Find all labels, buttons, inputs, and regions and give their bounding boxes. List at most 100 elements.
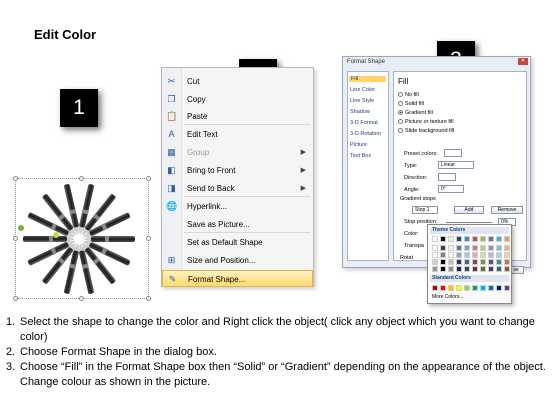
color-swatch[interactable] bbox=[456, 236, 462, 242]
color-swatch[interactable] bbox=[496, 285, 502, 291]
color-swatch[interactable] bbox=[488, 236, 494, 242]
menu-item-send-to-back[interactable]: ◨ Send to Back ▶ bbox=[162, 180, 313, 197]
menu-item-cut[interactable]: ✂ Cut bbox=[162, 73, 313, 90]
menu-item-paste[interactable]: 📋 Paste bbox=[162, 108, 313, 125]
page-title: Edit Color bbox=[34, 27, 97, 42]
fill-option-picture-or-texture-fill[interactable]: Picture or texture fill bbox=[398, 119, 454, 125]
color-swatch[interactable] bbox=[464, 259, 470, 265]
color-swatch[interactable] bbox=[472, 285, 478, 291]
color-swatch[interactable] bbox=[504, 266, 510, 272]
color-swatch[interactable] bbox=[440, 259, 446, 265]
menu-item-hyperlink[interactable]: 🌐 Hyperlink... bbox=[162, 198, 313, 215]
color-swatch[interactable] bbox=[440, 266, 446, 272]
color-swatch[interactable] bbox=[456, 266, 462, 272]
category-shadow[interactable]: Shadow bbox=[350, 109, 370, 115]
color-swatch[interactable] bbox=[448, 236, 454, 242]
color-swatch[interactable] bbox=[496, 236, 502, 242]
category-fill[interactable]: Fill bbox=[349, 76, 386, 82]
color-swatch[interactable] bbox=[488, 266, 494, 272]
color-swatch[interactable] bbox=[432, 285, 438, 291]
color-swatch[interactable] bbox=[488, 259, 494, 265]
color-swatch[interactable] bbox=[456, 285, 462, 291]
menu-item-bring-to-front[interactable]: ◧ Bring to Front ▶ bbox=[162, 162, 313, 179]
color-swatch[interactable] bbox=[432, 252, 438, 258]
category-3-d-rotation[interactable]: 3-D Rotation bbox=[350, 131, 381, 137]
color-swatch[interactable] bbox=[456, 259, 462, 265]
menu-item-group[interactable]: ▦ Group ▶ bbox=[162, 144, 313, 161]
preset-colors-dropdown[interactable] bbox=[444, 149, 462, 157]
more-colors-link[interactable]: More Colors... bbox=[432, 294, 463, 300]
color-swatch[interactable] bbox=[448, 285, 454, 291]
color-swatch[interactable] bbox=[464, 236, 470, 242]
color-swatch[interactable] bbox=[432, 266, 438, 272]
color-swatch[interactable] bbox=[496, 266, 502, 272]
color-swatch[interactable] bbox=[480, 236, 486, 242]
fill-option-no-fill[interactable]: No fill bbox=[398, 92, 419, 98]
color-swatch[interactable] bbox=[432, 236, 438, 242]
color-swatch[interactable] bbox=[472, 259, 478, 265]
color-swatch[interactable] bbox=[456, 252, 462, 258]
category-3-d-format[interactable]: 3-D Format bbox=[350, 120, 378, 126]
color-swatch[interactable] bbox=[456, 245, 462, 251]
color-swatch[interactable] bbox=[496, 259, 502, 265]
angle-input[interactable]: 0° bbox=[438, 185, 464, 193]
menu-item-set-as-default-shape[interactable]: Set as Default Shape bbox=[162, 234, 313, 251]
color-swatch[interactable] bbox=[448, 259, 454, 265]
menu-item-format-shape[interactable]: ✎ Format Shape... bbox=[162, 270, 313, 287]
category-line-style[interactable]: Line Style bbox=[350, 98, 374, 104]
add-stop-button[interactable]: Add bbox=[454, 206, 484, 214]
color-swatch[interactable] bbox=[504, 285, 510, 291]
category-line-color[interactable]: Line Color bbox=[350, 87, 375, 93]
color-swatch[interactable] bbox=[432, 259, 438, 265]
category-text-box[interactable]: Text Box bbox=[350, 153, 371, 159]
color-swatch[interactable] bbox=[440, 236, 446, 242]
menu-item-size-and-position[interactable]: ⊞ Size and Position... bbox=[162, 252, 313, 269]
color-swatch[interactable] bbox=[504, 236, 510, 242]
direction-dropdown[interactable] bbox=[438, 173, 456, 181]
color-swatch[interactable] bbox=[432, 245, 438, 251]
fill-option-solid-fill[interactable]: Solid fill bbox=[398, 101, 424, 107]
color-swatch[interactable] bbox=[464, 245, 470, 251]
fill-option-gradient-fill[interactable]: Gradient fill bbox=[398, 110, 433, 116]
color-swatch[interactable] bbox=[464, 252, 470, 258]
menu-item-save-as-picture[interactable]: Save as Picture... bbox=[162, 216, 313, 233]
color-swatch[interactable] bbox=[504, 259, 510, 265]
type-dropdown[interactable]: Linear bbox=[438, 161, 474, 169]
color-swatch[interactable] bbox=[504, 245, 510, 251]
menu-item-copy[interactable]: ❐ Copy bbox=[162, 91, 313, 108]
selected-shape[interactable] bbox=[13, 176, 151, 301]
fill-option-slide-background-fill[interactable]: Slide background fill bbox=[398, 128, 454, 134]
menu-item-edit-text[interactable]: A Edit Text bbox=[162, 126, 313, 143]
rotate-with-shape-checkbox[interactable]: Rotat bbox=[400, 255, 413, 261]
color-swatch[interactable] bbox=[496, 252, 502, 258]
color-swatch[interactable] bbox=[464, 266, 470, 272]
color-swatch[interactable] bbox=[480, 245, 486, 251]
color-swatch[interactable] bbox=[488, 245, 494, 251]
color-swatch[interactable] bbox=[480, 252, 486, 258]
color-swatch[interactable] bbox=[448, 245, 454, 251]
color-swatch[interactable] bbox=[440, 252, 446, 258]
color-swatch[interactable] bbox=[480, 285, 486, 291]
color-swatch[interactable] bbox=[472, 252, 478, 258]
color-swatch[interactable] bbox=[472, 266, 478, 272]
color-swatch[interactable] bbox=[496, 245, 502, 251]
stop-dropdown[interactable]: Stop 1 bbox=[412, 206, 438, 214]
color-swatch[interactable] bbox=[472, 236, 478, 242]
color-swatch[interactable] bbox=[448, 252, 454, 258]
remove-stop-button[interactable]: Remove bbox=[491, 206, 523, 214]
color-swatch[interactable] bbox=[480, 259, 486, 265]
color-swatch[interactable] bbox=[440, 245, 446, 251]
color-swatch[interactable] bbox=[440, 285, 446, 291]
color-swatch[interactable] bbox=[448, 266, 454, 272]
send-to-back-icon: ◨ bbox=[167, 183, 176, 193]
color-swatch[interactable] bbox=[504, 252, 510, 258]
radio-icon bbox=[398, 101, 403, 107]
color-swatch[interactable] bbox=[488, 252, 494, 258]
color-swatch[interactable] bbox=[488, 285, 494, 291]
color-swatch[interactable] bbox=[480, 266, 486, 272]
color-swatch[interactable] bbox=[472, 245, 478, 251]
close-icon[interactable]: ✕ bbox=[518, 58, 528, 65]
color-swatch[interactable] bbox=[464, 285, 470, 291]
category-picture[interactable]: Picture bbox=[350, 142, 367, 148]
stop-position-slider[interactable] bbox=[446, 222, 492, 223]
